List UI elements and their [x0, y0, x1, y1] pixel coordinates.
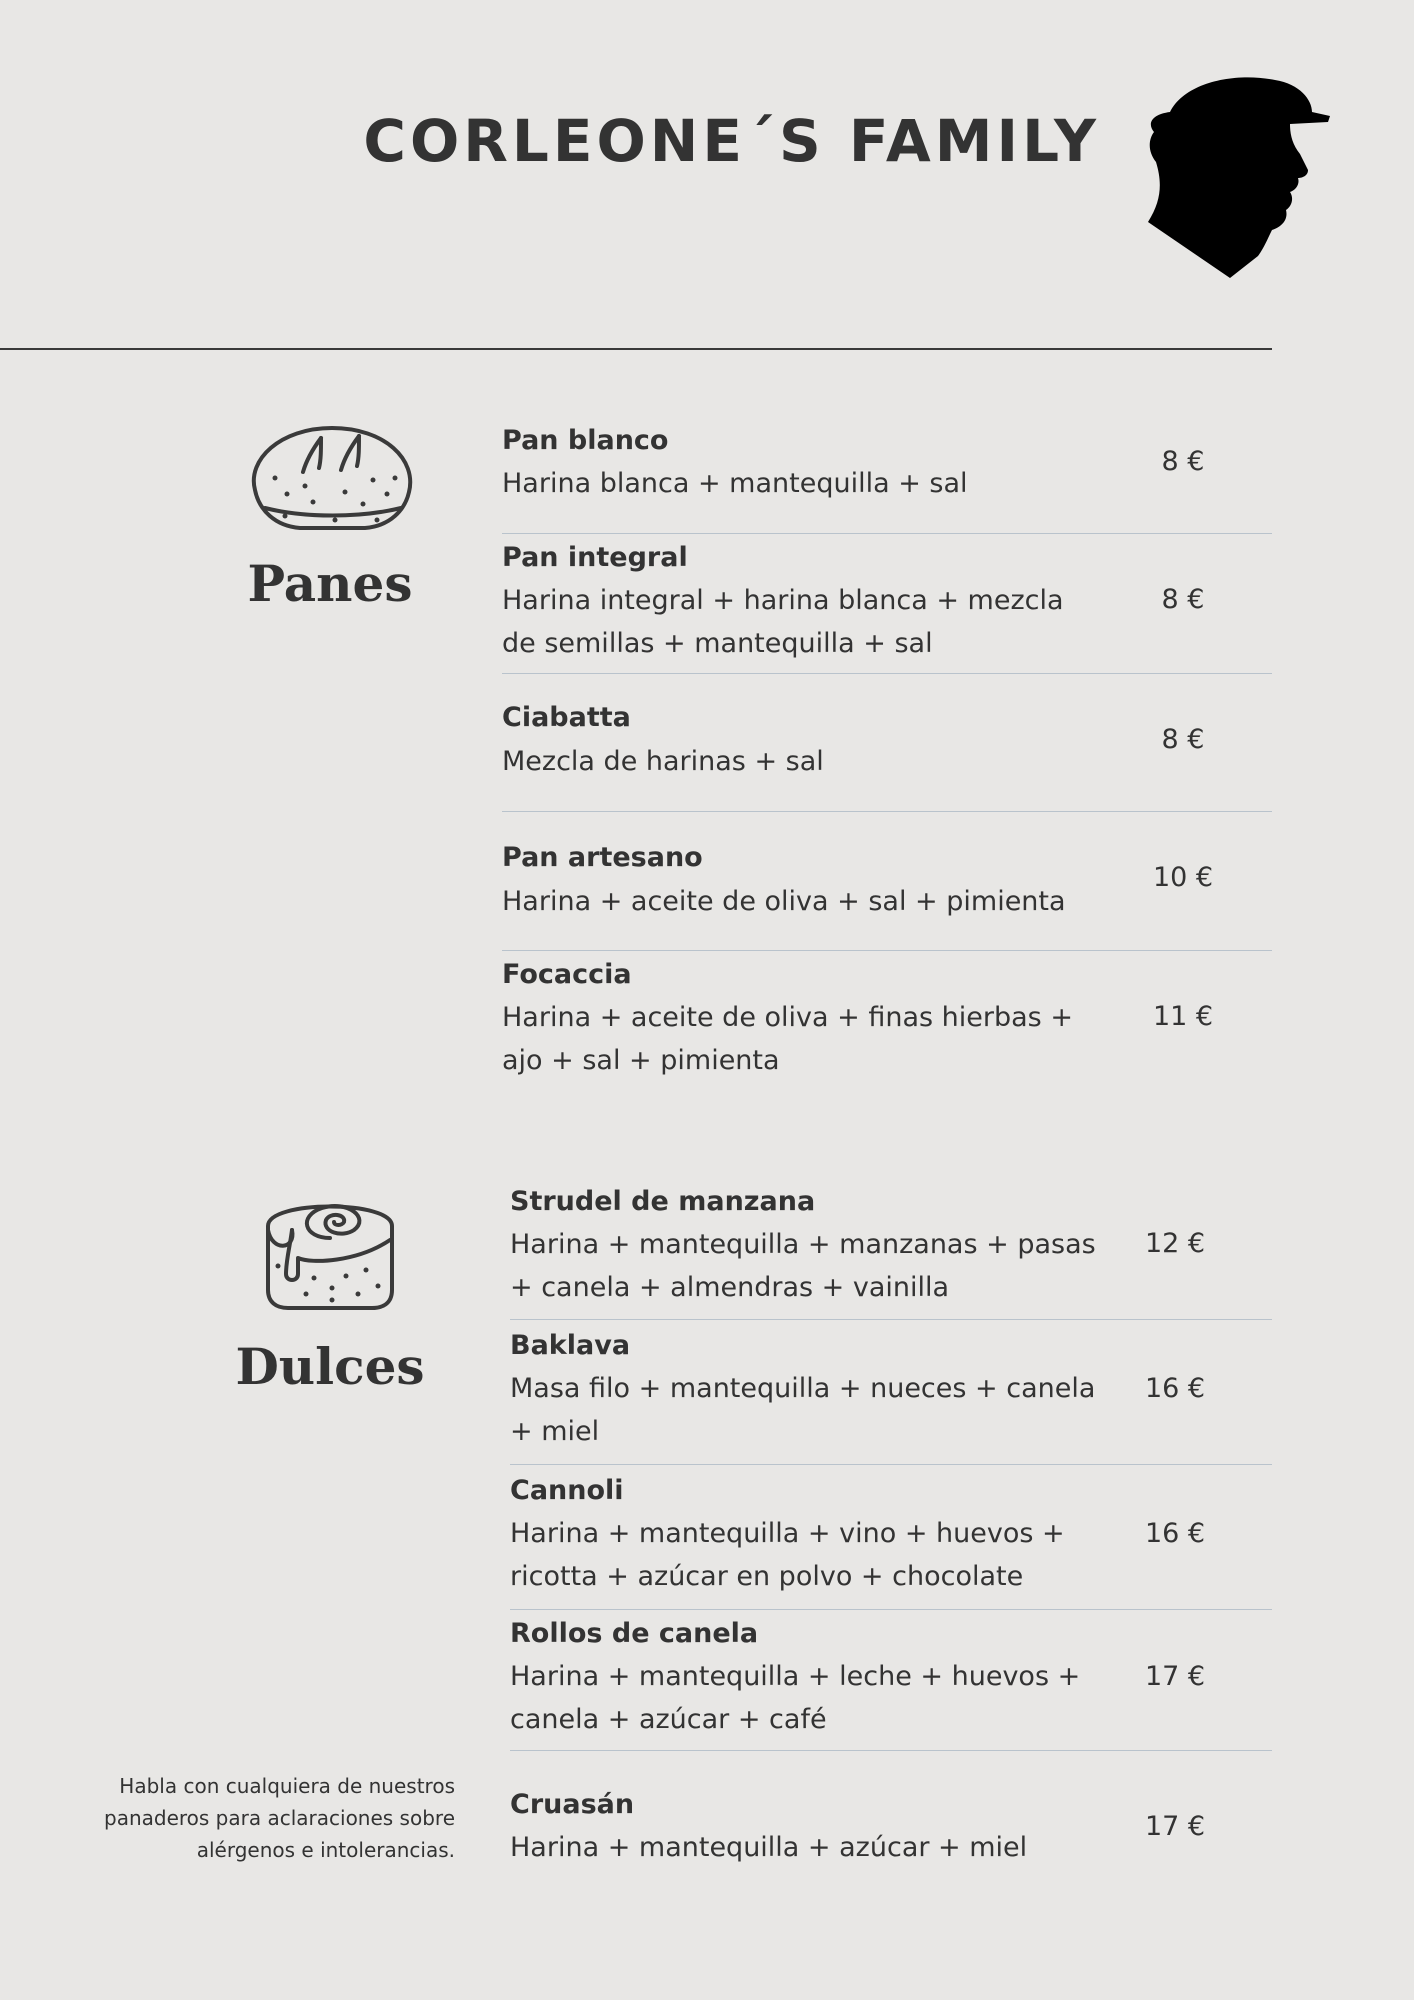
item-description: Harina + aceite de oliva + finas hierbas…	[502, 1002, 1073, 1076]
allergen-note: Habla con cualquiera de nuestros panader…	[104, 1774, 455, 1862]
item-price: 17 €	[1144, 1811, 1206, 1842]
item-price: 8 €	[1161, 584, 1205, 615]
menu-item: Focaccia Harina + aceite de oliva + fina…	[502, 951, 1272, 1091]
item-name: Pan artesano	[502, 842, 703, 873]
menu-item: Rollos de canela Harina + mantequilla + …	[510, 1610, 1272, 1751]
item-description: Harina + mantequilla + azúcar + miel	[510, 1832, 1028, 1863]
menu-item: Pan blanco Harina blanca + mantequilla +…	[502, 420, 1272, 534]
section-title-panes: Panes	[247, 554, 413, 613]
item-name: Strudel de manzana	[510, 1186, 816, 1217]
menu-item: Pan artesano Harina + aceite de oliva + …	[502, 812, 1272, 951]
section-title-dulces: Dulces	[235, 1337, 425, 1396]
item-description: Harina + aceite de oliva + sal + pimient…	[502, 886, 1066, 917]
menu-item: Ciabatta Mezcla de harinas + sal 8 €	[502, 674, 1272, 812]
item-price: 8 €	[1161, 724, 1205, 755]
item-description: Harina blanca + mantequilla + sal	[502, 468, 968, 499]
item-name: Cruasán	[510, 1789, 635, 1820]
menu-item: Pan integral Harina integral + harina bl…	[502, 534, 1272, 674]
item-name: Baklava	[510, 1330, 631, 1361]
menu-item: Strudel de manzana Harina + mantequilla …	[510, 1182, 1272, 1320]
menu-title: CORLEONE´S FAMILY	[363, 107, 1100, 175]
bread-loaf-icon	[251, 426, 413, 530]
item-price: 16 €	[1144, 1518, 1206, 1549]
menu-item: Cruasán Harina + mantequilla + azúcar + …	[510, 1751, 1272, 1871]
item-name: Ciabatta	[502, 702, 631, 733]
item-description: Harina integral + harina blanca + mezcla…	[502, 585, 1064, 659]
item-description: Harina + mantequilla + leche + huevos + …	[510, 1661, 1081, 1735]
item-description: Harina + mantequilla + vino + huevos + r…	[510, 1518, 1065, 1592]
item-price: 8 €	[1161, 446, 1205, 477]
item-name: Rollos de canela	[510, 1618, 759, 1649]
item-price: 16 €	[1144, 1373, 1206, 1404]
menu-item: Baklava Masa filo + mantequilla + nueces…	[510, 1320, 1272, 1465]
header-divider	[0, 348, 1272, 350]
item-price: 11 €	[1152, 1001, 1214, 1032]
item-name: Pan blanco	[502, 425, 669, 456]
item-price: 12 €	[1144, 1228, 1206, 1259]
item-price: 17 €	[1144, 1661, 1206, 1692]
man-profile-silhouette-icon	[1148, 77, 1330, 278]
item-name: Pan integral	[502, 542, 688, 573]
item-name: Focaccia	[502, 959, 632, 990]
item-description: Harina + mantequilla + manzanas + pasas …	[510, 1229, 1096, 1303]
item-description: Masa filo + mantequilla + nueces + canel…	[510, 1373, 1096, 1447]
item-name: Cannoli	[510, 1475, 624, 1506]
menu-item: Cannoli Harina + mantequilla + vino + hu…	[510, 1465, 1272, 1610]
item-price: 10 €	[1152, 862, 1214, 893]
item-description: Mezcla de harinas + sal	[502, 746, 824, 777]
cinnamon-roll-icon	[266, 1204, 394, 1310]
